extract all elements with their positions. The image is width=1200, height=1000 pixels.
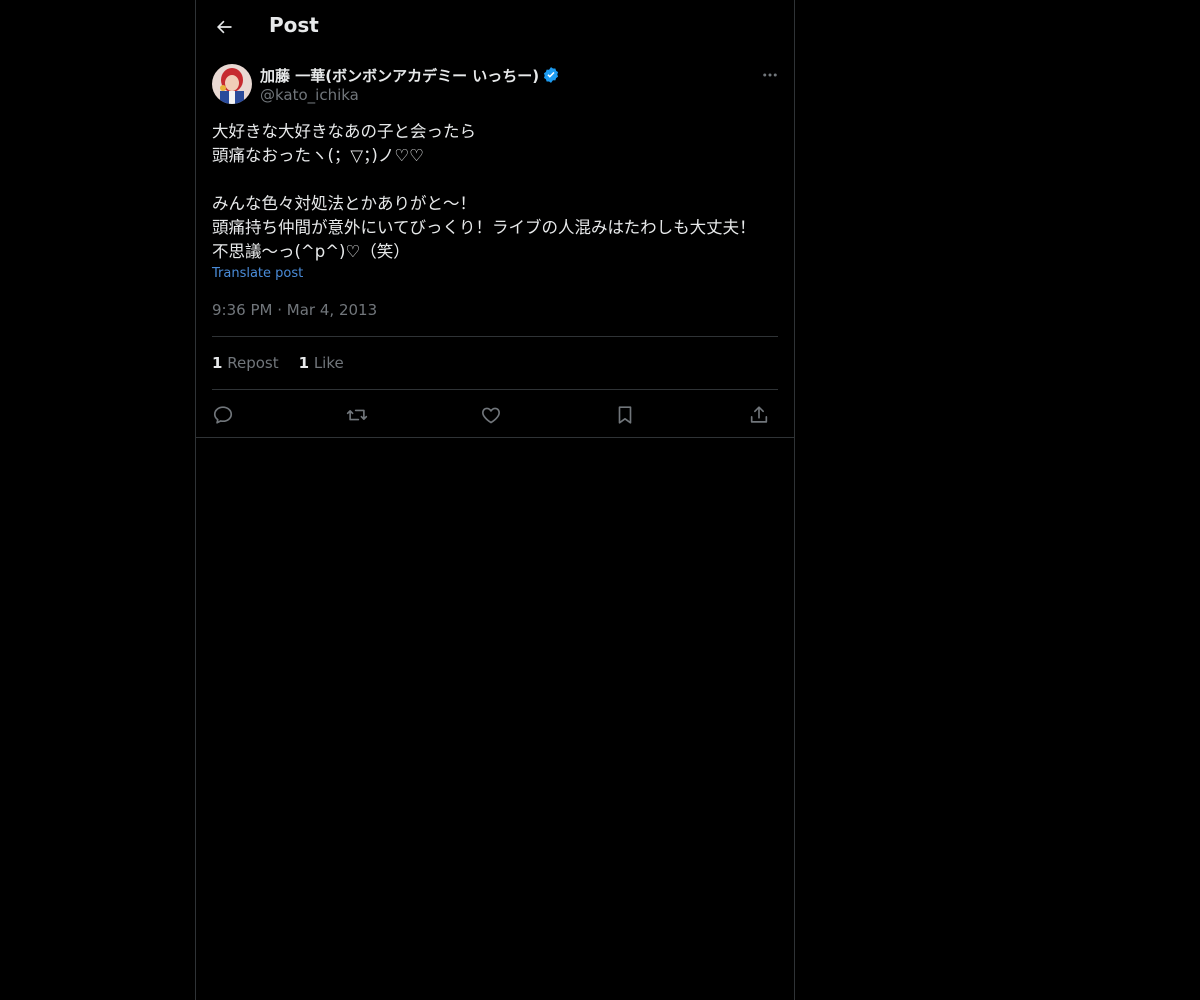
more-horizontal-icon <box>763 73 777 77</box>
author-name-row: 加藤 一華(ボンボンアカデミー いっちー) <box>260 65 560 85</box>
post-text-line: 不思議〜っ(^p^)♡（笑） <box>212 242 410 261</box>
arrow-left-icon <box>217 20 232 34</box>
post-timestamp[interactable]: 9:36 PM · Mar 4, 2013 <box>212 301 377 319</box>
repost-button[interactable] <box>344 402 370 428</box>
bookmark-icon <box>618 406 632 424</box>
repost-icon <box>346 409 368 421</box>
avatar-image <box>212 64 252 104</box>
author-display-name[interactable]: 加藤 一華(ボンボンアカデミー いっちー) <box>260 65 539 86</box>
top-bar: Post <box>196 0 794 54</box>
post-time: 9:36 PM <box>212 301 273 319</box>
divider <box>212 389 778 390</box>
timestamp-separator: · <box>277 301 283 319</box>
like-icon <box>482 407 500 424</box>
post-stats: 1 Repost 1 Like <box>212 354 344 372</box>
post-text-line: 大好きな大好きなあの子と会ったら <box>212 122 476 141</box>
author-handle[interactable]: @kato_ichika <box>260 86 359 104</box>
post-text-line: 頭痛なおったヽ(；▽；)ノ♡♡ <box>212 146 424 165</box>
post-text: 大好きな大好きなあの子と会ったら 頭痛なおったヽ(；▽；)ノ♡♡ みんな色々対処… <box>212 120 778 264</box>
post-text-line: みんな色々対処法とかありがと〜！ <box>212 194 476 213</box>
avatar[interactable] <box>212 64 252 104</box>
translate-post-link[interactable]: Translate post <box>212 266 303 281</box>
reply-icon <box>213 406 233 424</box>
main-column: Post 加藤 一華(ボンボンアカデミー いっちー) @kato_ichika <box>195 0 795 1000</box>
divider <box>212 336 778 337</box>
share-icon <box>750 406 768 423</box>
reply-button[interactable] <box>210 402 236 428</box>
page-title: Post <box>269 13 319 37</box>
reposts-stat[interactable]: 1 Repost <box>212 354 279 372</box>
likes-count: 1 <box>298 354 310 372</box>
back-button[interactable] <box>208 11 240 43</box>
post-text-line <box>212 168 778 192</box>
reposts-count: 1 <box>212 354 223 372</box>
post-text-line: 頭痛持ち仲間が意外にいてびっくり！ライブの人混みはたわしも大丈夫！ <box>212 218 756 237</box>
likes-stat[interactable]: 1 Like <box>299 354 344 372</box>
share-button[interactable] <box>746 402 772 428</box>
post-article: 加藤 一華(ボンボンアカデミー いっちー) @kato_ichika 大好きな大… <box>196 54 794 438</box>
likes-label: Like <box>313 354 344 372</box>
verified-badge-icon[interactable] <box>542 66 560 84</box>
bookmark-button[interactable] <box>612 402 638 428</box>
more-options-button[interactable] <box>760 66 780 84</box>
like-button[interactable] <box>478 402 504 428</box>
reposts-label: Repost <box>227 354 279 372</box>
post-date: Mar 4, 2013 <box>286 301 378 319</box>
post-actions <box>212 402 778 428</box>
